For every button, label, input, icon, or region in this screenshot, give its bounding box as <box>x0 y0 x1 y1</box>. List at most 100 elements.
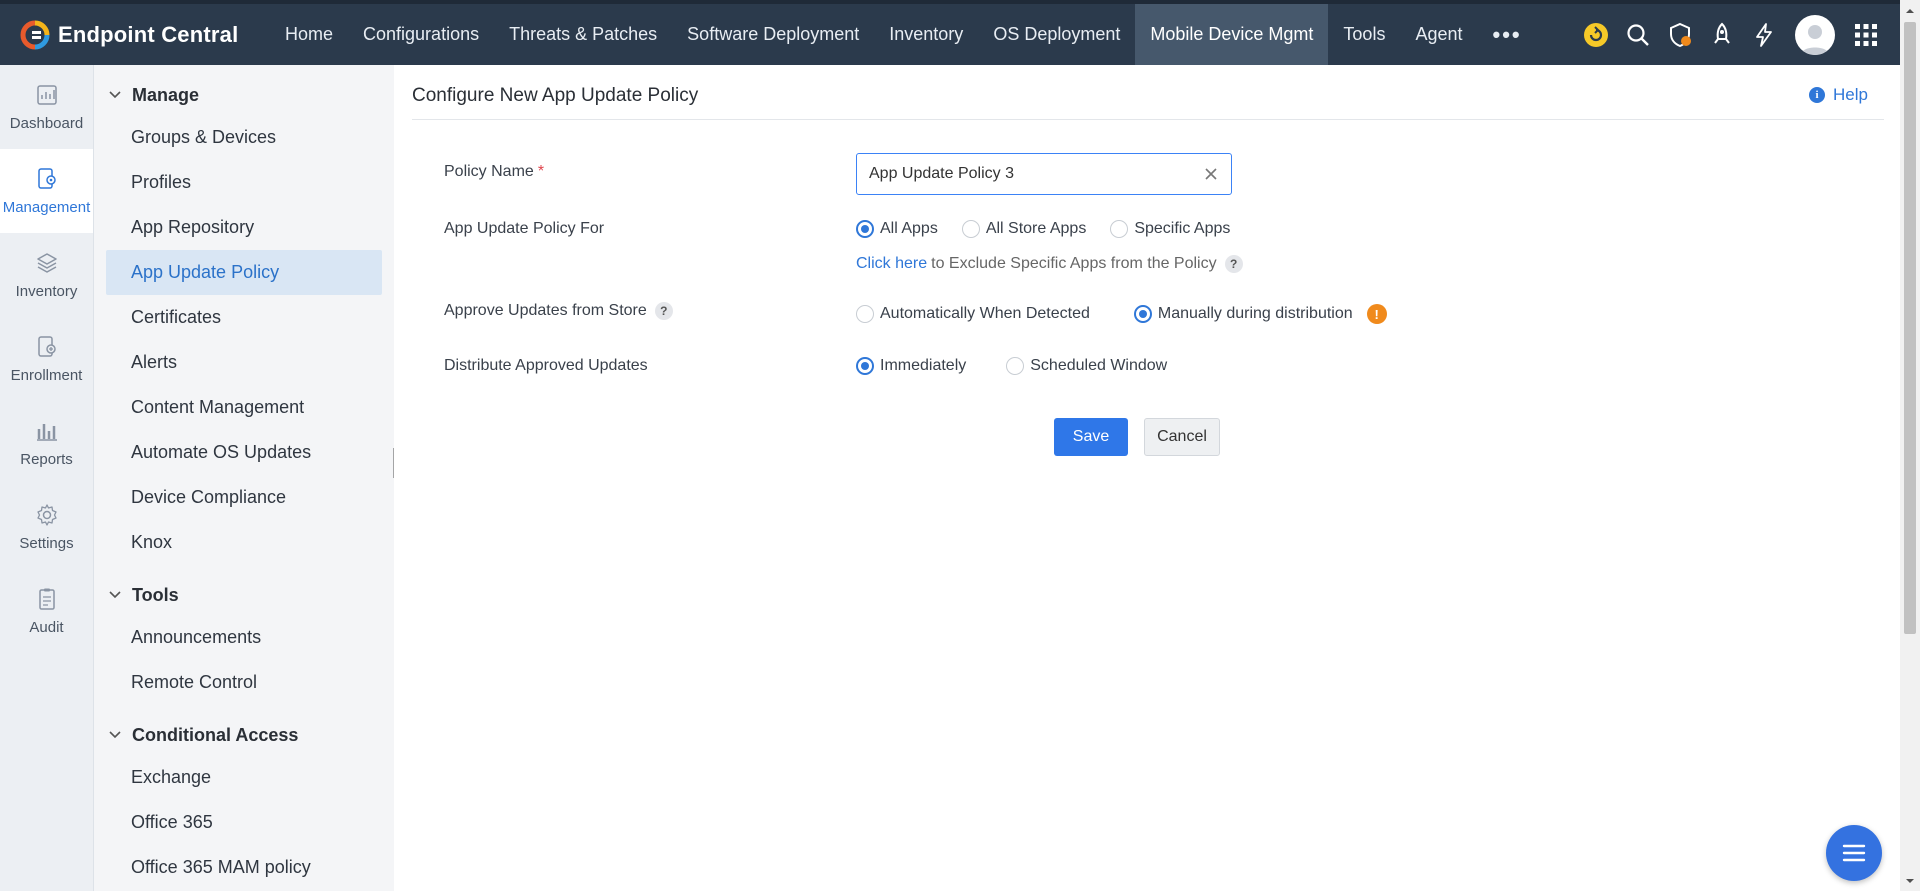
rail-dashboard[interactable]: Dashboard <box>0 65 93 149</box>
sidebar-item-app-update-policy[interactable]: App Update Policy <box>106 250 382 295</box>
radio-scheduled-window[interactable]: Scheduled Window <box>1006 357 1167 375</box>
management-icon <box>37 167 56 189</box>
radio-button-selected[interactable] <box>856 220 874 238</box>
search-icon[interactable] <box>1618 15 1658 55</box>
radio-label: Manually during distribution <box>1157 305 1353 322</box>
help-label: Help <box>1833 85 1868 104</box>
dashboard-icon <box>36 84 57 105</box>
avatar[interactable] <box>1795 14 1835 55</box>
rail-inventory[interactable]: Inventory <box>0 233 93 317</box>
warning-icon[interactable]: ! <box>1366 304 1387 324</box>
help-question-icon[interactable]: ? <box>654 302 673 320</box>
approve-updates-radio-group: Automatically When Detected Manually dur… <box>856 304 1387 324</box>
rail-label: Settings <box>19 534 74 552</box>
rail-label: Audit <box>29 618 64 636</box>
lightning-icon[interactable] <box>1744 15 1784 55</box>
section-conditional-access[interactable]: Conditional Access <box>94 715 394 755</box>
exclude-apps-text: to Exclude Specific Apps from the Policy <box>931 255 1217 272</box>
rail-settings[interactable]: Settings <box>0 485 93 569</box>
section-title: Manage <box>132 84 200 105</box>
nav-agent[interactable]: Agent <box>1400 4 1477 65</box>
nav-mobile-device-mgmt[interactable]: Mobile Device Mgmt <box>1135 4 1329 65</box>
radio-immediately[interactable]: Immediately <box>856 357 966 375</box>
nav-more-button[interactable]: ••• <box>1478 22 1537 48</box>
shield-icon[interactable] <box>1660 15 1700 55</box>
policy-name-field[interactable] <box>856 153 1232 195</box>
distribute-updates-label: Distribute Approved Updates <box>444 357 648 374</box>
page-scrollbar[interactable] <box>1900 0 1920 891</box>
sidebar-item-remote-control[interactable]: Remote Control <box>106 660 382 705</box>
refresh-icon[interactable] <box>1576 15 1616 55</box>
radio-button[interactable] <box>1110 220 1129 238</box>
section-tools[interactable]: Tools <box>94 575 394 615</box>
info-icon: i <box>1809 87 1826 103</box>
sidebar-item-office-365-mam-policy[interactable]: Office 365 MAM policy <box>106 845 382 890</box>
hamburger-menu-icon <box>1842 844 1866 862</box>
radio-label: Specific Apps <box>1134 220 1231 237</box>
rocket-icon[interactable] <box>1702 15 1742 55</box>
title-divider <box>412 119 1884 120</box>
rail-label: Dashboard <box>9 114 84 132</box>
nav-inventory[interactable]: Inventory <box>874 4 978 65</box>
sidebar-item-certificates[interactable]: Certificates <box>106 295 382 340</box>
chevron-down-icon <box>109 731 121 739</box>
exclude-apps-hint: Click here to Exclude Specific Apps from… <box>856 255 1243 273</box>
policy-name-input[interactable] <box>869 165 1189 183</box>
sidebar-item-alerts[interactable]: Alerts <box>106 340 382 385</box>
nav-os-deployment[interactable]: OS Deployment <box>978 4 1135 65</box>
radio-button[interactable] <box>856 305 874 323</box>
sidebar-item-profiles[interactable]: Profiles <box>106 160 382 205</box>
top-icons <box>1575 4 1900 65</box>
main-content: Configure New App Update Policy i Help P… <box>394 65 1900 891</box>
radio-automatically-when-detected[interactable]: Automatically When Detected <box>856 305 1090 323</box>
radio-manually-during-distribution[interactable]: Manually during distribution <box>1133 305 1353 323</box>
radio-label: All Store Apps <box>985 220 1087 237</box>
sidebar-item-office-365[interactable]: Office 365 <box>106 800 382 845</box>
chevron-down-icon <box>109 591 121 599</box>
brand[interactable]: Endpoint Central <box>0 4 260 65</box>
scrollbar-thumb[interactable] <box>1904 22 1916 634</box>
rail-management[interactable]: Management <box>0 149 93 233</box>
nav-threats-patches[interactable]: Threats & Patches <box>494 4 672 65</box>
help-question-icon[interactable]: ? <box>1224 255 1243 273</box>
scroll-up-arrow-icon[interactable] <box>1905 6 1915 16</box>
policy-name-label-text: Policy Name <box>444 163 534 180</box>
sidebar-item-automate-os-updates[interactable]: Automate OS Updates <box>106 430 382 475</box>
submenu-panel: Manage Groups & Devices Profiles App Rep… <box>94 65 394 891</box>
nav-tools[interactable]: Tools <box>1328 4 1400 65</box>
rail-enrollment[interactable]: Enrollment <box>0 317 93 401</box>
radio-button-selected[interactable] <box>1133 305 1152 323</box>
settings-icon <box>36 503 57 526</box>
radio-specific-apps[interactable]: Specific Apps <box>1110 220 1230 238</box>
reports-icon <box>36 423 57 441</box>
sidebar-item-exchange[interactable]: Exchange <box>106 755 382 800</box>
floating-menu-button[interactable] <box>1826 825 1882 881</box>
rail-reports[interactable]: Reports <box>0 401 93 485</box>
cancel-button[interactable]: Cancel <box>1144 418 1220 456</box>
scroll-down-arrow-icon[interactable] <box>1905 876 1915 886</box>
help-link[interactable]: i Help <box>1809 85 1868 105</box>
sidebar-item-announcements[interactable]: Announcements <box>106 615 382 660</box>
radio-button-selected[interactable] <box>856 357 874 375</box>
exclude-apps-link[interactable]: Click here <box>856 255 927 273</box>
page-title: Configure New App Update Policy <box>412 85 699 106</box>
apps-grid-icon[interactable] <box>1846 15 1886 55</box>
sidebar-item-content-management[interactable]: Content Management <box>106 385 382 430</box>
sidebar-item-groups-devices[interactable]: Groups & Devices <box>106 115 382 160</box>
radio-button[interactable] <box>961 220 980 238</box>
sidebar-item-app-repository[interactable]: App Repository <box>106 205 382 250</box>
radio-button[interactable] <box>1006 357 1025 375</box>
save-button[interactable]: Save <box>1054 418 1128 456</box>
radio-all-apps[interactable]: All Apps <box>856 220 938 238</box>
radio-all-store-apps[interactable]: All Store Apps <box>961 220 1087 238</box>
sidebar-item-device-compliance[interactable]: Device Compliance <box>106 475 382 520</box>
nav-software-deployment[interactable]: Software Deployment <box>672 4 874 65</box>
nav-configurations[interactable]: Configurations <box>348 4 494 65</box>
rail-label: Enrollment <box>10 366 83 384</box>
brand-name: Endpoint Central <box>58 21 239 47</box>
sidebar-item-knox[interactable]: Knox <box>106 520 382 565</box>
nav-home[interactable]: Home <box>270 4 348 65</box>
clear-icon[interactable] <box>1201 164 1221 184</box>
section-manage[interactable]: Manage <box>94 75 394 115</box>
rail-audit[interactable]: Audit <box>0 569 93 653</box>
